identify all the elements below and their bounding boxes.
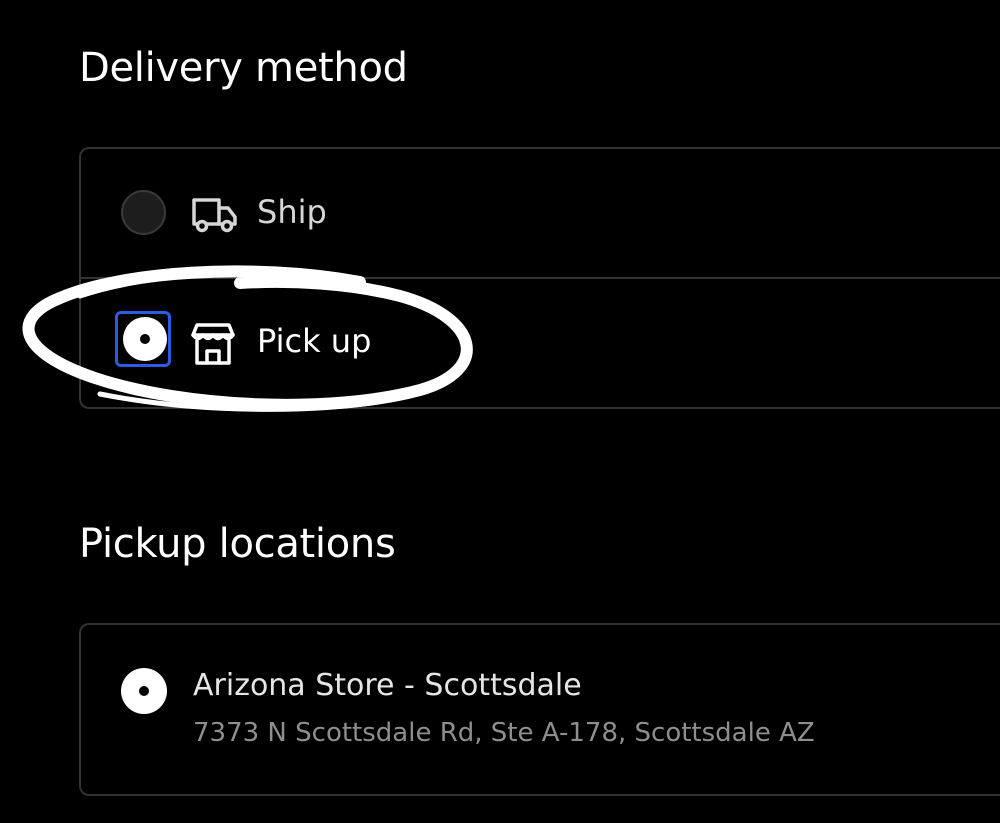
pickup-radio[interactable] bbox=[123, 317, 167, 361]
delivery-method-heading: Delivery method bbox=[79, 45, 408, 91]
delivery-options-panel: Ship Pick up bbox=[79, 147, 1000, 409]
location-name: Arizona Store - Scottsdale bbox=[193, 668, 582, 703]
delivery-option-pickup[interactable]: Pick up bbox=[81, 279, 1000, 407]
truck-icon bbox=[192, 198, 237, 233]
ship-radio[interactable] bbox=[121, 190, 166, 235]
pickup-label: Pick up bbox=[257, 322, 372, 360]
delivery-option-ship[interactable]: Ship bbox=[81, 149, 1000, 279]
location-radio[interactable] bbox=[121, 668, 167, 714]
ship-label: Ship bbox=[257, 193, 327, 231]
location-address: 7373 N Scottsdale Rd, Ste A-178, Scottsd… bbox=[193, 718, 815, 748]
checkout-page: Delivery method Ship Pick up Pickup loca… bbox=[0, 0, 1000, 823]
pickup-location-card[interactable]: Arizona Store - Scottsdale 7373 N Scotts… bbox=[79, 623, 1000, 796]
pickup-locations-heading: Pickup locations bbox=[79, 521, 396, 567]
pickup-radio-focus-ring bbox=[115, 311, 171, 367]
store-icon bbox=[191, 323, 235, 365]
